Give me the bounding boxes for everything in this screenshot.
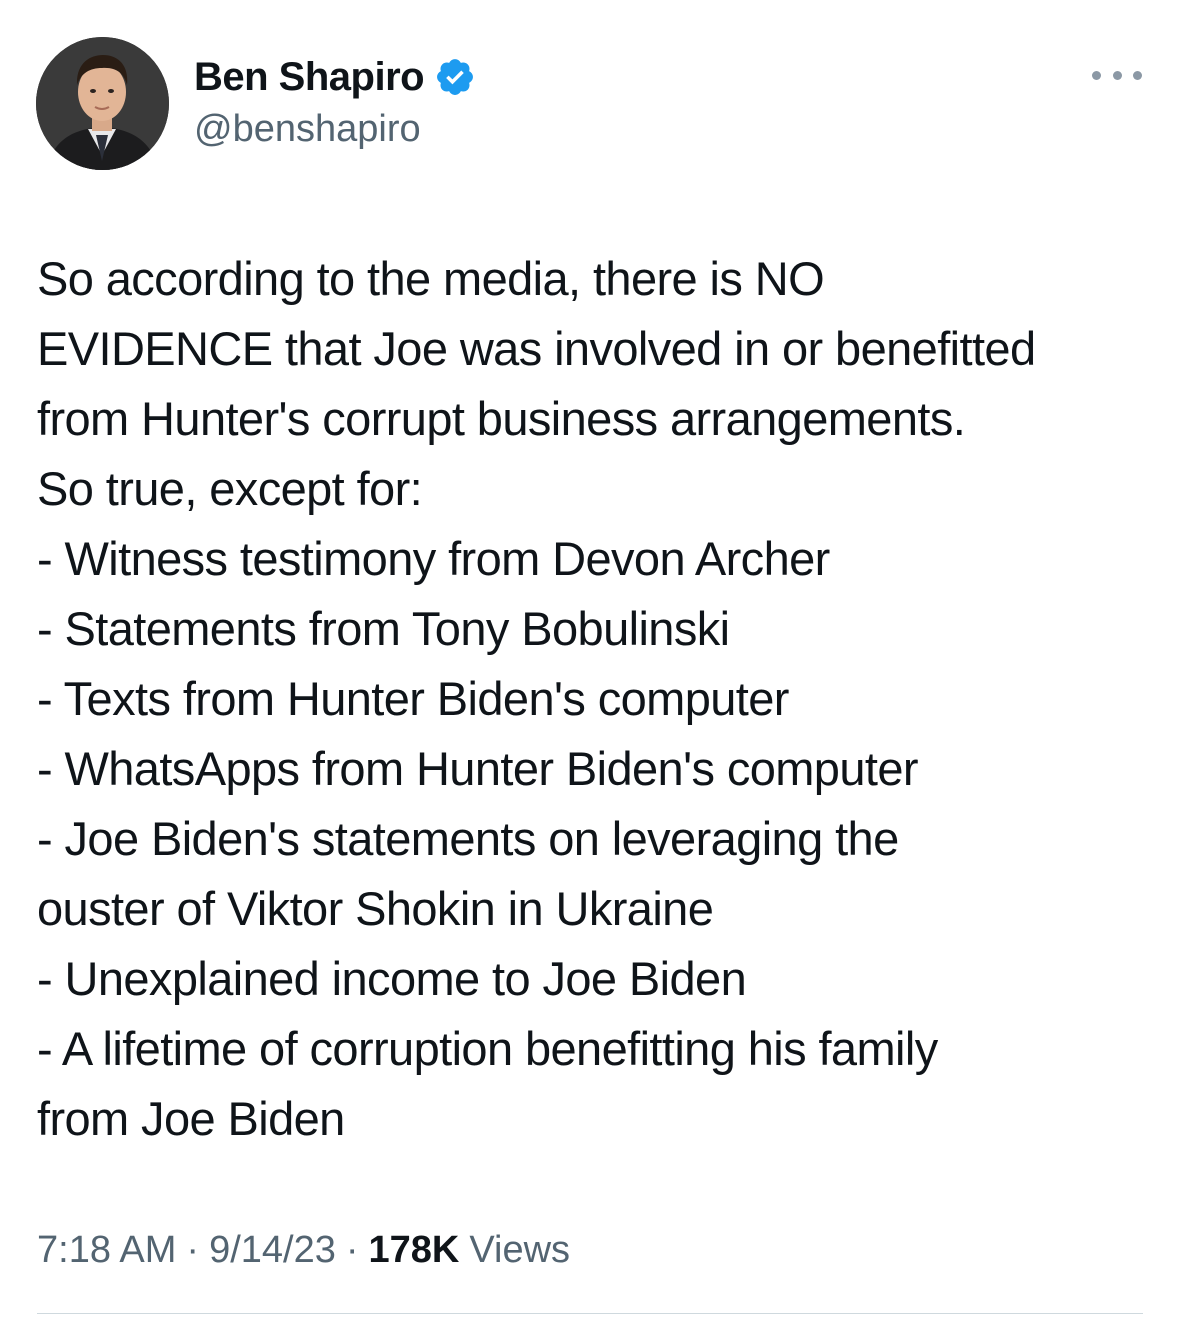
more-horizontal-icon[interactable] [1092,62,1142,88]
tweet-text-line: ouster of Viktor Shokin in Ukraine [37,882,714,935]
tweet-text-line: - Statements from Tony Bobulinski [37,602,730,655]
tweet-text-line: EVIDENCE that Joe was involved in or ben… [37,322,1036,375]
profile-photo [36,37,169,170]
meta-separator: · [345,1229,359,1271]
tweet-date[interactable]: 9/14/23 [209,1229,336,1272]
more-dot [1112,70,1122,80]
more-dot [1092,70,1101,80]
tweet-text: So according to the media, there is NO E… [37,244,1147,1154]
author-handle[interactable]: @benshapiro [194,108,421,151]
tweet-text-line: - Joe Biden's statements on leveraging t… [37,812,899,865]
tweet-text-line: - Witness testimony from Devon Archer [37,532,830,585]
author-display-name[interactable]: Ben Shapiro [194,55,425,100]
divider [37,1313,1143,1314]
tweet-text-line: from Hunter's corrupt business arrangeme… [37,392,966,445]
meta-separator: · [186,1229,200,1271]
tweet-text-line: from Joe Biden [37,1092,345,1145]
tweet-time[interactable]: 7:18 AM [37,1229,176,1272]
tweet-text-line: - A lifetime of corruption benefitting h… [37,1022,938,1075]
more-dot [1133,70,1142,80]
verified-badge-icon [434,56,476,98]
tweet-text-line: - Texts from Hunter Biden's computer [37,672,789,725]
tweet-text-line: So according to the media, there is NO [37,252,825,305]
tweet-text-line: So true, except for: [37,462,423,515]
tweet-card: Ben Shapiro @benshapiro So according to … [0,0,1179,1322]
views-label[interactable]: Views [469,1229,570,1272]
tweet-text-line: - WhatsApps from Hunter Biden's computer [37,742,919,795]
tweet-meta: 7:18 AM · 9/14/23 · 178K Views [37,1229,570,1272]
tweet-text-line: - Unexplained income to Joe Biden [37,952,747,1005]
author-name-row[interactable]: Ben Shapiro [194,52,476,102]
author-avatar[interactable] [36,37,169,170]
views-count[interactable]: 178K [369,1229,460,1272]
